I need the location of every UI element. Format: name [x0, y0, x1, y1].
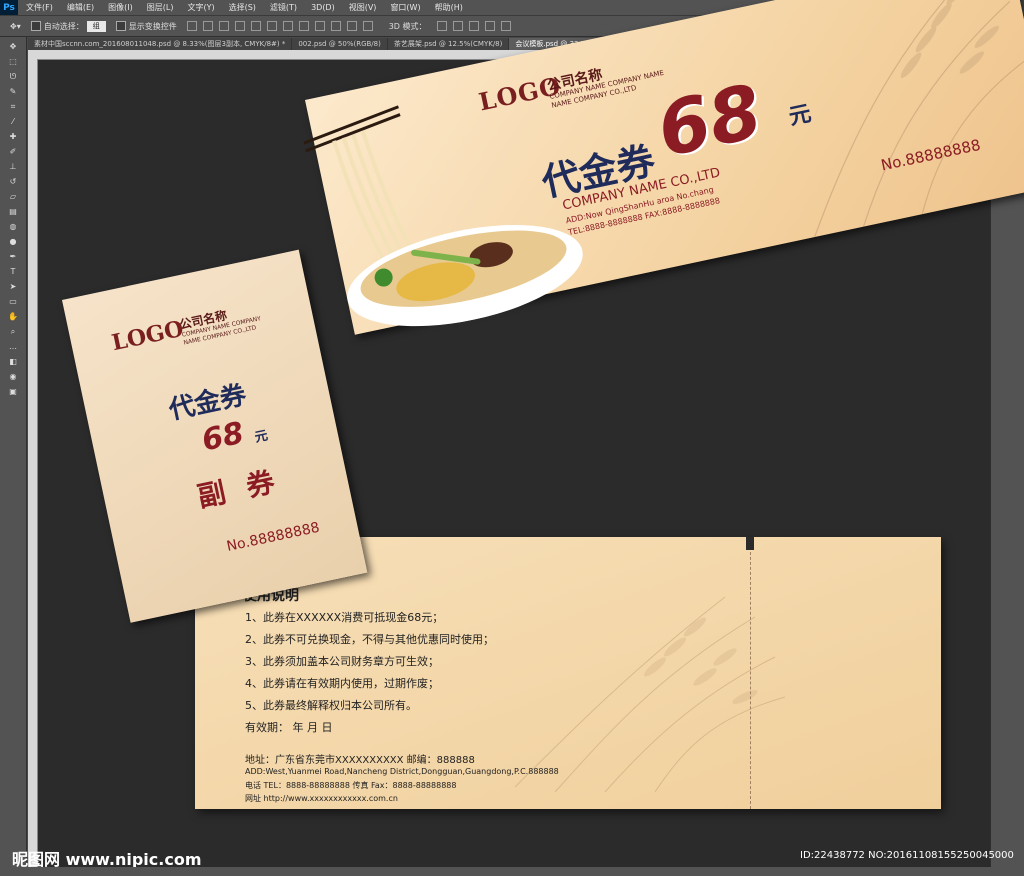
photoshop-logo-icon[interactable]: Ps: [0, 0, 18, 15]
quick-mask-icon[interactable]: ◉: [6, 372, 20, 382]
rule-1: 1、此券在XXXXXX消费可抵现金68元；: [245, 611, 444, 624]
stub-serial: No.88888888: [225, 519, 322, 555]
stub-amount: 68: [198, 415, 247, 459]
lasso-tool-icon[interactable]: ᘎ: [6, 72, 20, 82]
eyedropper-tool-icon[interactable]: ⁄: [6, 117, 20, 127]
distribute-middle-icon[interactable]: [298, 21, 309, 31]
tab-document-1[interactable]: 素材中国sccnn.com_201608011048.psd @ 8.33%(图…: [28, 38, 293, 50]
menu-item-select[interactable]: 选择(S): [229, 2, 256, 13]
3d-rotate-icon[interactable]: [436, 21, 447, 31]
blur-tool-icon[interactable]: ◍: [6, 222, 20, 232]
tab-document-3[interactable]: 茶艺展架.psd @ 12.5%(CMYK/8): [388, 38, 510, 50]
eraser-tool-icon[interactable]: ▱: [6, 192, 20, 202]
brush-tool-icon[interactable]: ✐: [6, 147, 20, 157]
menu-item-image[interactable]: 图像(I): [108, 2, 133, 13]
color-swatches-icon[interactable]: ◧: [6, 357, 20, 367]
marquee-tool-icon[interactable]: ⬚: [6, 57, 20, 67]
shape-tool-icon[interactable]: ▭: [6, 297, 20, 307]
move-tool-icon[interactable]: ✥▾: [10, 22, 21, 31]
align-bottom-icon[interactable]: [218, 21, 229, 31]
zoom-tool-icon[interactable]: ⌕: [6, 327, 20, 337]
menu-item-layer[interactable]: 图层(L): [147, 2, 174, 13]
distribute-left-icon[interactable]: [330, 21, 341, 31]
rule-4: 4、此券请在有效期内使用，过期作废；: [245, 677, 439, 690]
3d-scale-icon[interactable]: [500, 21, 511, 31]
3d-slide-icon[interactable]: [484, 21, 495, 31]
menu-item-filter[interactable]: 滤镜(T): [270, 2, 297, 13]
menu-item-file[interactable]: 文件(F): [26, 2, 53, 13]
auto-select-label: 自动选择：: [43, 21, 84, 31]
website: 网址 http://www.xxxxxxxxxxxx.com.cn: [245, 794, 398, 803]
perforation-line: [750, 537, 751, 809]
healing-tool-icon[interactable]: ✚: [6, 132, 20, 142]
perforation-notch: [746, 537, 754, 550]
screen-mode-icon[interactable]: ▣: [6, 387, 20, 397]
tab-document-2[interactable]: 002.psd @ 50%(RGB/8): [292, 38, 388, 50]
more-tools-icon[interactable]: …: [6, 342, 20, 352]
distribute-right-icon[interactable]: [362, 21, 373, 31]
address-cn: 地址：广东省东莞市XXXXXXXXXX 邮编：888888: [245, 755, 475, 766]
tel-fax: 电话 TEL：8888-88888888 传真 Fax：8888-8888888…: [245, 781, 457, 790]
rule-5: 5、此券最终解释权归本公司所有。: [245, 699, 417, 712]
distribute-top-icon[interactable]: [282, 21, 293, 31]
image-id: ID:22438772 NO:20161108155250045000: [800, 850, 1014, 861]
vertical-ruler[interactable]: [28, 59, 38, 867]
ticket-amount: 68: [650, 68, 770, 175]
path-select-tool-icon[interactable]: ➤: [6, 282, 20, 292]
gradient-tool-icon[interactable]: ▤: [6, 207, 20, 217]
show-transform-checkbox[interactable]: [115, 21, 126, 31]
menu-item-help[interactable]: 帮助(H): [435, 2, 463, 13]
tools-panel: ✥ ⬚ ᘎ ✎ ⌗ ⁄ ✚ ✐ ⊥ ↺ ▱ ▤ ◍ ● ✒ T ➤ ▭ ✋ ⌕ …: [0, 37, 27, 867]
pen-tool-icon[interactable]: ✒: [6, 252, 20, 262]
menu-item-edit[interactable]: 编辑(E): [67, 2, 94, 13]
align-left-icon[interactable]: [234, 21, 245, 31]
align-top-icon[interactable]: [186, 21, 197, 31]
align-middle-icon[interactable]: [202, 21, 213, 31]
menu-item-window[interactable]: 窗口(W): [390, 2, 420, 13]
align-buttons: [186, 21, 379, 31]
crop-tool-icon[interactable]: ⌗: [6, 102, 20, 112]
menu-item-type[interactable]: 文字(Y): [187, 2, 214, 13]
stamp-tool-icon[interactable]: ⊥: [6, 162, 20, 172]
move-tool-icon[interactable]: ✥: [6, 42, 20, 52]
stub-logo: LOGO: [109, 315, 186, 357]
stub-label: 副 券: [194, 463, 284, 514]
align-center-icon[interactable]: [250, 21, 261, 31]
hand-tool-icon[interactable]: ✋: [6, 312, 20, 322]
status-bar: [0, 867, 1024, 876]
auto-select-dropdown[interactable]: 组: [86, 20, 106, 32]
menu-item-3d[interactable]: 3D(D): [311, 3, 335, 12]
quick-select-tool-icon[interactable]: ✎: [6, 87, 20, 97]
menu-item-view[interactable]: 视图(V): [349, 2, 377, 13]
type-tool-icon[interactable]: T: [6, 267, 20, 277]
validity-line: 有效期： 年 月 日: [245, 721, 333, 734]
history-brush-icon[interactable]: ↺: [6, 177, 20, 187]
3d-roll-icon[interactable]: [452, 21, 463, 31]
rule-3: 3、此券须加盖本公司财务章方可生效；: [245, 655, 439, 668]
distribute-bottom-icon[interactable]: [314, 21, 325, 31]
align-right-icon[interactable]: [266, 21, 277, 31]
stub-currency: 元: [253, 428, 270, 446]
show-transform-label: 显示变换控件: [128, 21, 177, 31]
dodge-tool-icon[interactable]: ●: [6, 237, 20, 247]
rule-2: 2、此券不可兑换现金，不得与其他优惠同时使用；: [245, 633, 494, 646]
3d-mode-label: 3D 模式：: [388, 21, 427, 31]
distribute-center-icon[interactable]: [346, 21, 357, 31]
address-en: ADD:West,Yuanmei Road,Nancheng District,…: [245, 767, 559, 776]
3d-mode-buttons: [436, 21, 517, 31]
3d-pan-icon[interactable]: [468, 21, 479, 31]
auto-select-checkbox[interactable]: [30, 21, 41, 31]
